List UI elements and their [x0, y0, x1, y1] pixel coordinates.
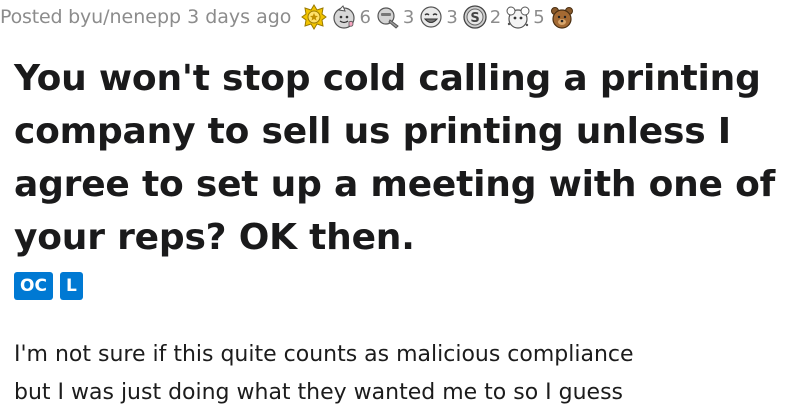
party-award-icon: [506, 6, 530, 29]
award-bear[interactable]: [549, 4, 575, 30]
award-helpful[interactable]: 3: [375, 4, 414, 30]
wholesome-award-icon: [333, 5, 356, 29]
posted-by-label: Posted by: [0, 6, 92, 28]
gold-award-icon: [301, 4, 328, 30]
title-line: your reps? OK then.: [14, 217, 415, 258]
body-line: I'm not sure if this quite counts as mal…: [14, 342, 634, 367]
flair-l[interactable]: L: [59, 272, 83, 300]
body-line: but I was just doing what they wanted me…: [14, 380, 624, 405]
silver-coin-award-icon: S: [463, 5, 487, 29]
award-count: 2: [489, 6, 502, 28]
post-title[interactable]: You won't stop cold calling a printing c…: [14, 52, 784, 264]
author-link[interactable]: u/nenepp: [91, 6, 181, 28]
laughing-award-icon: [420, 6, 442, 28]
award-party[interactable]: 5: [505, 4, 545, 30]
flair-oc[interactable]: OC: [14, 272, 53, 300]
bear-award-icon: [550, 7, 573, 29]
award-count: 5: [533, 6, 545, 28]
award-silver-coin[interactable]: S 2: [462, 4, 501, 30]
award-count: 3: [446, 6, 458, 28]
awards-bar[interactable]: 6 3 3 S 2 5: [301, 4, 574, 30]
post-timestamp[interactable]: 3 days ago: [187, 6, 291, 28]
post-body: I'm not sure if this quite counts as mal…: [14, 336, 794, 412]
award-laughing[interactable]: 3: [418, 4, 458, 30]
title-line: company to sell us printing unless I: [14, 111, 731, 152]
award-count: 3: [402, 6, 415, 28]
title-line: agree to set up a meeting with one of: [14, 164, 776, 205]
helpful-award-icon: [377, 7, 399, 29]
award-gold[interactable]: [301, 4, 328, 30]
post-meta: Posted by u/nenepp 3 days ago 6 3 3 S 2 …: [0, 0, 800, 34]
svg-text:S: S: [470, 11, 479, 26]
award-wholesome[interactable]: 6: [331, 4, 371, 30]
title-line: You won't stop cold calling a printing: [14, 58, 761, 99]
award-count: 6: [359, 6, 371, 28]
post-flairs: OC L: [14, 272, 83, 300]
